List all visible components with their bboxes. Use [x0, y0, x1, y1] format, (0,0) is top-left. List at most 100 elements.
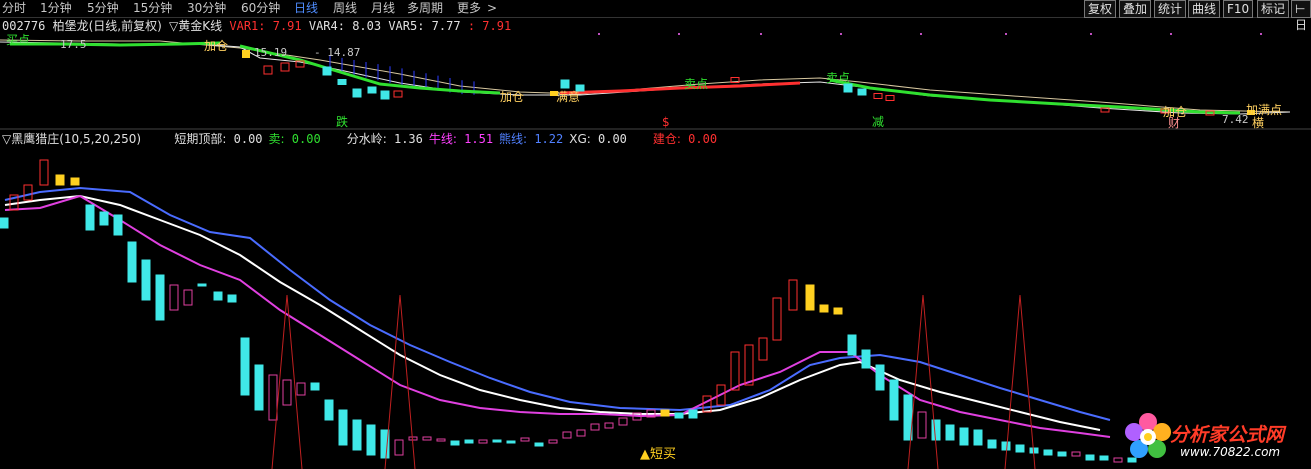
- watermark: 分析家公式网 www.70822.com: [1120, 410, 1306, 466]
- sub-candle: [296, 382, 306, 396]
- main-candle: [322, 66, 332, 76]
- main-annotation-8: 减: [872, 115, 884, 129]
- sub-candle: [506, 440, 516, 444]
- sub-candle: [1099, 455, 1109, 461]
- sub-candle: [478, 439, 488, 444]
- main-candle: [280, 62, 290, 72]
- main-price-line: [0, 41, 1291, 115]
- sub-candle: [660, 409, 670, 417]
- sub-candle: [833, 307, 843, 315]
- main-candle: [352, 88, 362, 98]
- main-annotation-4: 卖点: [684, 77, 708, 91]
- sub-candle: [889, 379, 899, 421]
- sub-candle: [492, 439, 502, 443]
- main-annotation-2: 加仓: [500, 90, 524, 104]
- sub-candle: [99, 211, 109, 226]
- main-candle: [857, 88, 867, 96]
- main-candle: [367, 86, 377, 94]
- sub-candle: [141, 259, 151, 301]
- main-dot-marker: [840, 33, 842, 35]
- spike-line: [907, 294, 939, 469]
- sub-candle: [847, 334, 857, 356]
- sub-candle: [1001, 441, 1011, 451]
- main-dot-marker: [1090, 33, 1092, 35]
- sub-candle: [450, 440, 460, 446]
- short-buy-signal: ▲短买: [640, 447, 676, 462]
- main-yellow-marker: [242, 50, 250, 58]
- sub-candle: [744, 344, 754, 386]
- main-dot-marker: [760, 33, 762, 35]
- main-upper-line: [0, 39, 1291, 113]
- sub-candle: [805, 284, 815, 311]
- main-candle: [560, 79, 570, 89]
- bull-line: [4, 194, 1111, 438]
- sub-candle: [875, 364, 885, 391]
- sub-candle: [282, 379, 292, 406]
- green-trend-line-0: [10, 41, 221, 47]
- sub-candle: [959, 427, 969, 446]
- main-candle: [380, 90, 390, 100]
- sub-candle: [548, 439, 558, 444]
- price-label-1: 15.19: [254, 46, 287, 59]
- price-label-0: 17.5: [60, 38, 87, 51]
- sub-candle: [688, 409, 698, 419]
- sub-candle: [394, 439, 404, 456]
- sub-candle: [85, 204, 95, 231]
- main-dot-marker: [678, 33, 680, 35]
- main-dot-marker: [920, 33, 922, 35]
- sub-candle: [422, 436, 432, 441]
- sub-candle: [268, 374, 278, 421]
- sub-candle: [310, 382, 320, 391]
- sub-candle: [674, 412, 684, 419]
- sub-candle: [1071, 451, 1081, 457]
- sub-candle: [55, 174, 65, 186]
- sub-candle: [618, 417, 628, 426]
- sub-candle: [917, 411, 927, 439]
- sub-candle: [945, 424, 955, 441]
- main-annotation-13: 横: [1252, 116, 1264, 130]
- main-annotation-1: 加仓: [204, 39, 228, 53]
- sub-candle: [127, 241, 137, 283]
- sub-candle: [169, 284, 179, 311]
- sub-candle: [758, 337, 768, 361]
- main-annotation-10: 财: [1168, 116, 1180, 130]
- main-candle: [873, 93, 883, 99]
- sub-candle: [788, 279, 798, 311]
- sub-candle: [590, 423, 600, 431]
- main-candle: [885, 95, 895, 101]
- sub-candle: [520, 437, 530, 442]
- sub-candle: [534, 442, 544, 447]
- price-label-3: 7.42: [1222, 113, 1249, 126]
- sub-candle: [464, 439, 474, 444]
- sub-candle: [155, 274, 165, 321]
- sub-candle: [436, 438, 446, 442]
- sub-candle: [70, 177, 80, 186]
- sub-candle: [987, 439, 997, 449]
- sub-candle: [183, 289, 193, 306]
- sub-candle: [819, 304, 829, 313]
- main-annotation-6: 跌: [336, 114, 348, 129]
- red-trend-line: [559, 81, 801, 95]
- main-dot-marker: [1005, 33, 1007, 35]
- sub-candle: [324, 399, 334, 421]
- main-dot-marker: [1260, 33, 1262, 35]
- sub-candle: [1085, 454, 1095, 461]
- sub-candle: [227, 294, 237, 303]
- main-dot-marker: [1170, 33, 1172, 35]
- main-candle: [337, 79, 347, 85]
- sub-candle: [576, 429, 586, 437]
- main-candle: [843, 83, 853, 93]
- sub-candle: [338, 409, 348, 446]
- main-annotation-3: 满意: [556, 89, 580, 104]
- sub-candle: [1015, 444, 1025, 453]
- bear-line: [4, 186, 1111, 421]
- sub-candle: [213, 291, 223, 301]
- sub-candle: [730, 351, 740, 391]
- main-annotation-7: $: [662, 115, 670, 129]
- sub-candle: [39, 159, 49, 186]
- sub-candle: [931, 419, 941, 441]
- price-chart[interactable]: 买点 加仓加仓 满意卖点 卖点跌 $ 减加仓财加 满点横17.515.19- 14.877.…: [0, 0, 1311, 469]
- sub-candle: [113, 214, 123, 236]
- sub-candle: [366, 424, 376, 456]
- sub-candle: [352, 419, 362, 451]
